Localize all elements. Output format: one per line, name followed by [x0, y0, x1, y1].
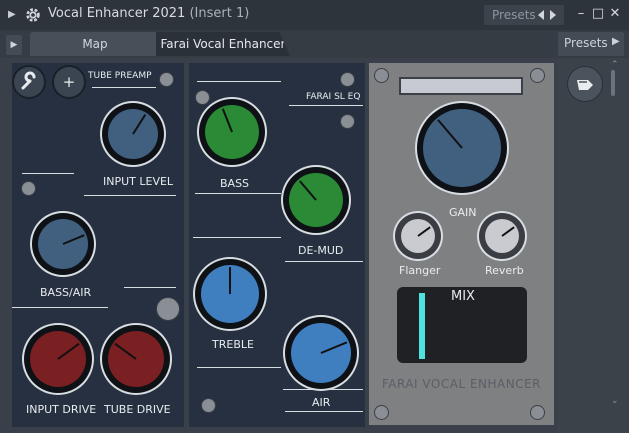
tube-preamp-header: TUBE PREAMP — [88, 71, 152, 81]
master-panel: GAIN Flanger Reverb MIX FARAI VOCAL ENHA… — [369, 63, 554, 425]
knob-pointer — [229, 267, 231, 294]
knob-cap — [108, 331, 164, 387]
screw — [340, 114, 355, 129]
bass-knob[interactable] — [199, 99, 265, 165]
divider — [84, 195, 176, 196]
plugin-button[interactable] — [567, 66, 603, 102]
divider — [195, 193, 281, 194]
tube-preamp-panel: + TUBE PREAMP INPUT LEVEL BASS/AIR INPUT… — [12, 63, 184, 427]
gain-knob[interactable] — [417, 103, 507, 193]
knob-cap — [289, 173, 343, 227]
minimize-button[interactable]: – — [573, 5, 589, 23]
mix-level-bar — [419, 293, 425, 359]
input-level-knob[interactable] — [102, 103, 164, 165]
screw — [530, 68, 545, 83]
scroll-down-icon[interactable]: ⌄ — [611, 396, 619, 406]
divider — [197, 81, 281, 82]
maximize-button[interactable]: □ — [590, 5, 606, 23]
screw — [374, 405, 389, 420]
input-level-label: INPUT LEVEL — [103, 175, 174, 188]
gain-label: GAIN — [449, 206, 477, 219]
scroll-up-icon[interactable]: ⌃ — [611, 60, 619, 70]
knob-cap — [423, 109, 501, 187]
divider — [92, 87, 156, 88]
window-title: Vocal Enhancer 2021 (Insert 1) — [48, 6, 250, 21]
flanger-knob[interactable] — [395, 213, 441, 259]
gear-icon[interactable] — [24, 6, 42, 24]
screw — [156, 297, 180, 321]
screw — [374, 68, 389, 83]
sl-eq-panel: FARAI SL EQ BASS DE-MUD TREBLE AIR — [189, 63, 365, 427]
divider — [285, 261, 363, 262]
de-mud-knob[interactable] — [283, 167, 349, 233]
plugin-icon — [577, 80, 593, 90]
presets-arrow-icon: ▶ — [612, 36, 620, 47]
de-mud-label: DE-MUD — [298, 244, 344, 257]
wrench-icon — [21, 71, 36, 90]
expand-arrow-icon[interactable]: ▶ — [6, 35, 22, 55]
presets-button[interactable]: Presets ▶ — [558, 32, 624, 56]
screw — [530, 405, 545, 420]
bass-air-knob[interactable] — [32, 213, 94, 275]
presets-selector[interactable]: Presets — [484, 5, 564, 25]
eq-header: FARAI SL EQ — [306, 92, 361, 102]
tube-drive-knob[interactable] — [102, 325, 170, 393]
divider — [283, 389, 363, 390]
screw — [201, 398, 216, 413]
tab-map[interactable]: Map — [30, 32, 160, 56]
wrench-button[interactable] — [12, 65, 46, 99]
divider — [285, 411, 363, 412]
divider — [22, 173, 74, 174]
plus-icon: + — [62, 73, 76, 91]
title-menu-arrow-icon[interactable]: ▶ — [8, 9, 16, 20]
divider — [289, 105, 363, 106]
reverb-label: Reverb — [485, 264, 524, 277]
screw — [340, 72, 355, 87]
plugin-window: ▶ Vocal Enhancer 2021 (Insert 1) Presets… — [0, 0, 629, 433]
brand-label: FARAI VOCAL ENHANCER — [381, 377, 542, 391]
screw — [21, 181, 36, 196]
divider — [193, 237, 281, 238]
tab-bar: ▶ Map Farai Vocal Enhancer Presets ▶ — [0, 30, 629, 58]
screw — [159, 72, 174, 87]
mix-label: MIX — [451, 289, 475, 304]
next-preset-icon[interactable] — [550, 10, 556, 20]
plus-button[interactable]: + — [52, 65, 86, 99]
reverb-knob[interactable] — [479, 213, 525, 259]
close-button[interactable]: ✕ — [607, 5, 623, 23]
screw — [195, 90, 210, 105]
scrollbar-thumb[interactable] — [611, 70, 615, 96]
treble-knob[interactable] — [195, 259, 265, 329]
title-bar: ▶ Vocal Enhancer 2021 (Insert 1) Presets… — [0, 0, 629, 30]
flanger-label: Flanger — [399, 264, 441, 277]
input-drive-label: INPUT DRIVE — [26, 403, 97, 416]
air-knob[interactable] — [285, 317, 357, 389]
display-window — [399, 77, 523, 95]
divider — [124, 287, 176, 288]
divider — [12, 307, 108, 308]
divider — [197, 367, 281, 368]
bass-air-label: BASS/AIR — [40, 286, 92, 299]
air-label: AIR — [312, 396, 331, 409]
presets-label: Presets — [492, 8, 536, 22]
mix-fader[interactable]: MIX — [397, 287, 527, 363]
presets-button-label: Presets — [564, 36, 608, 50]
tube-drive-label: TUBE DRIVE — [104, 403, 171, 416]
previous-preset-icon[interactable] — [538, 10, 544, 20]
side-strip — [557, 58, 629, 433]
input-drive-knob[interactable] — [24, 325, 92, 393]
bass-label: BASS — [220, 177, 250, 190]
tab-farai-vocal-enhancer[interactable]: Farai Vocal Enhancer — [156, 32, 290, 56]
treble-label: TREBLE — [212, 338, 254, 351]
knob-cap — [205, 105, 259, 159]
